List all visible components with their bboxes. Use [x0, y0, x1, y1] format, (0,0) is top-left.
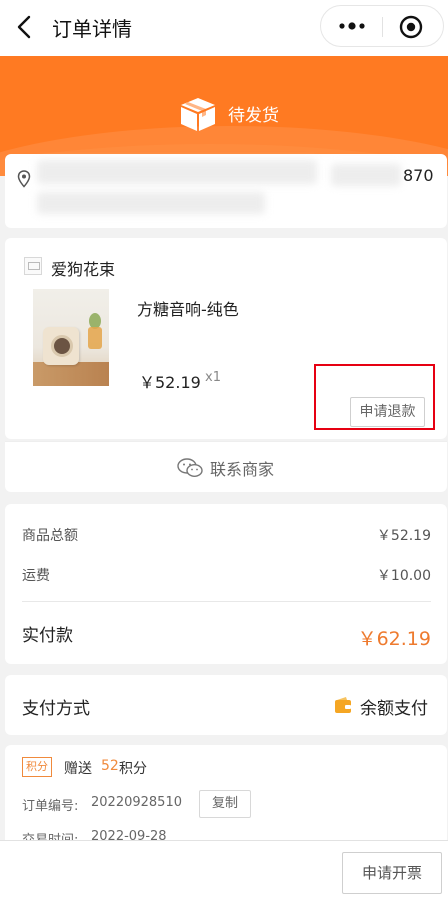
contact-merchant-label: 联系商家	[210, 460, 275, 479]
blurred-address	[37, 192, 265, 214]
refund-button[interactable]: 申请退款	[350, 397, 425, 427]
amount-summary-card: 商品总额 ￥52.19 运费 ￥10.00 实付款 ￥62.19	[5, 504, 447, 664]
points-unit: 积分	[119, 761, 147, 777]
mini-program-capsule	[320, 5, 444, 47]
page-title: 订单详情	[52, 17, 132, 41]
blurred-recipient	[37, 160, 317, 184]
paid-label: 实付款	[22, 626, 73, 646]
points-badge: 积分	[22, 757, 52, 777]
more-dots-icon[interactable]	[335, 16, 369, 36]
contact-merchant-button[interactable]: 联系商家	[5, 441, 447, 492]
product-price: ￥52.19	[139, 373, 201, 392]
package-box-icon	[181, 98, 215, 131]
points-value: 52	[101, 758, 119, 774]
product-image[interactable]	[33, 289, 109, 386]
request-invoice-button[interactable]: 申请开票	[342, 852, 442, 894]
points-gift-label: 赠送	[64, 761, 92, 777]
subtotal-value: ￥52.19	[376, 528, 431, 544]
bottom-action-bar: 申请开票	[0, 840, 448, 901]
capsule-divider	[382, 17, 383, 37]
payment-method-value: 余额支付	[360, 699, 428, 719]
product-name[interactable]: 方糖音响-纯色	[137, 296, 239, 320]
product-image-speaker	[43, 327, 79, 365]
blurred-phone	[331, 164, 401, 186]
subtotal-label: 商品总额	[22, 528, 78, 544]
product-quantity: x1	[205, 370, 221, 385]
shipping-label: 运费	[22, 568, 50, 584]
target-close-icon[interactable]	[399, 15, 423, 39]
paid-value: ￥62.19	[357, 628, 431, 650]
wallet-icon	[335, 697, 351, 713]
shipping-value: ￥10.00	[376, 568, 431, 584]
top-nav-bar: 订单详情	[0, 0, 448, 56]
order-info-card: 积分 赠送 52 积分 订单编号: 20220928510 复制 交易时间: 2…	[5, 745, 447, 845]
wechat-icon	[177, 458, 203, 478]
shop-logo-icon	[24, 257, 42, 275]
shop-name[interactable]: 爱狗花束	[51, 256, 115, 280]
phone-suffix: 870	[403, 166, 434, 185]
amount-divider	[22, 601, 431, 602]
product-image-vase	[88, 327, 102, 349]
payment-method-card: 支付方式 余额支付	[5, 675, 447, 735]
product-image-table	[33, 362, 109, 386]
address-card[interactable]: 870	[5, 154, 447, 228]
order-status-text: 待发货	[228, 106, 279, 126]
copy-order-number-button[interactable]: 复制	[199, 790, 251, 818]
shop-order-card: 爱狗花束 方糖音响-纯色 ￥52.19 x1 申请退款	[5, 238, 447, 439]
order-number-label: 订单编号:	[22, 799, 79, 814]
speaker-grille	[51, 335, 73, 357]
payment-method-label: 支付方式	[22, 699, 90, 719]
chevron-left-icon[interactable]	[14, 14, 36, 40]
order-number-value: 20220928510	[91, 795, 182, 810]
location-pin-icon	[17, 170, 31, 188]
